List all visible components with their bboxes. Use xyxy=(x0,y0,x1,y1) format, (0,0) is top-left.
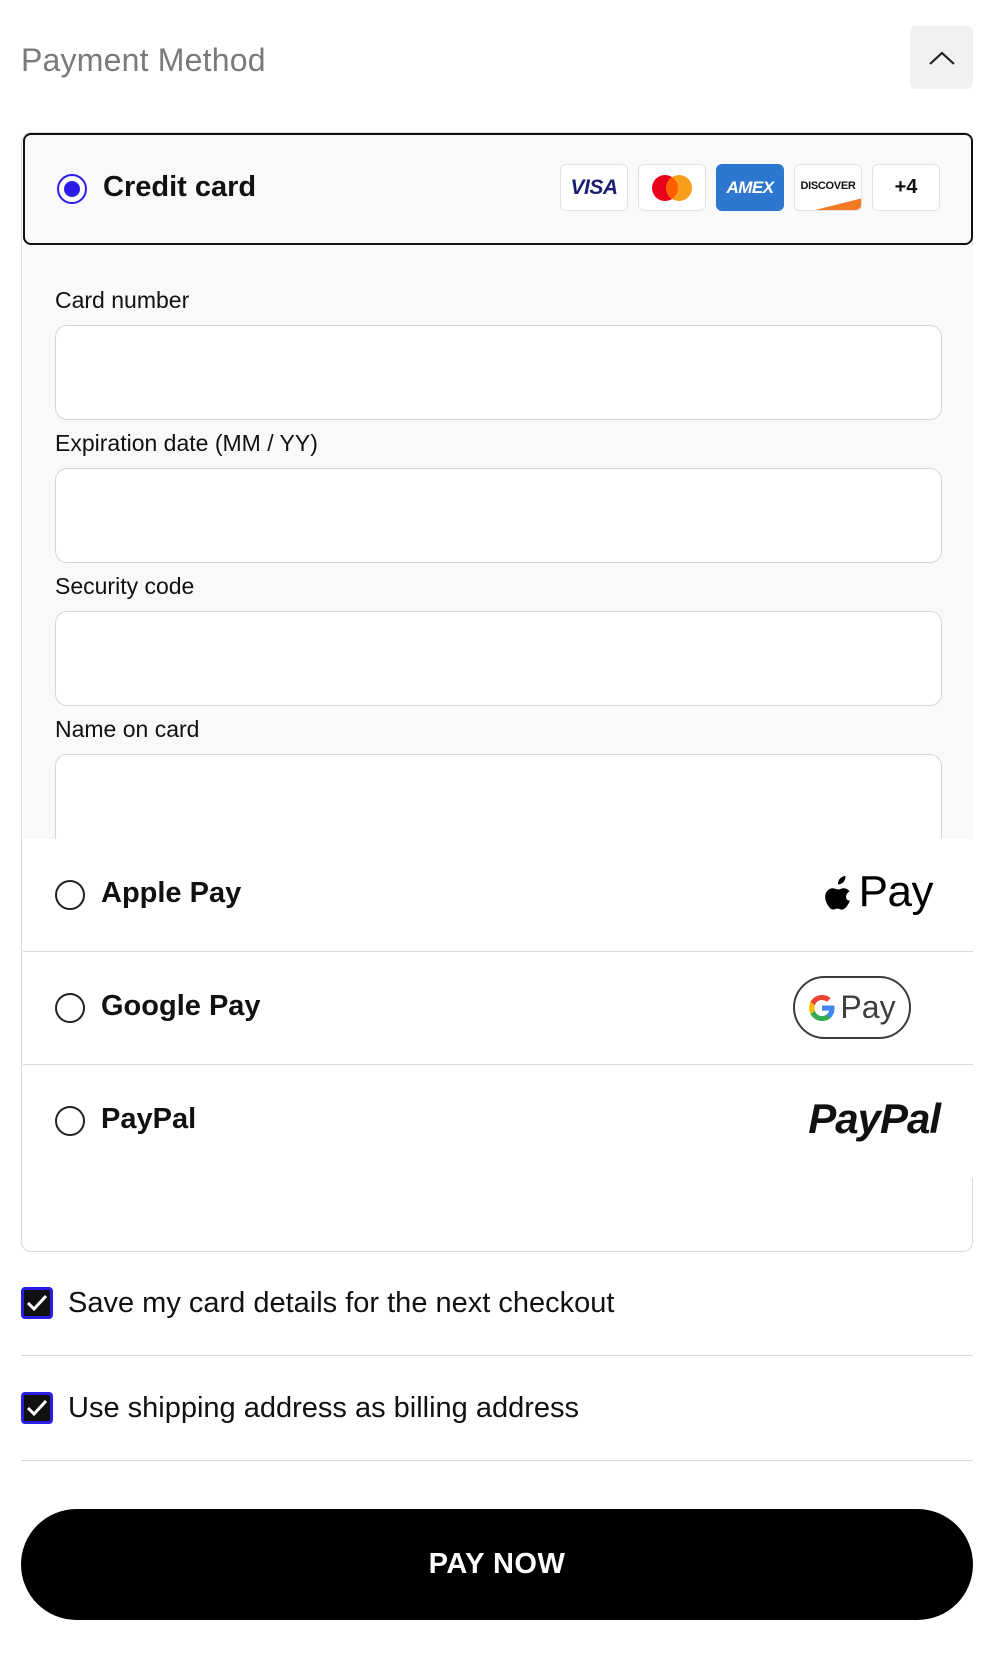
google-pay-radio[interactable] xyxy=(55,993,85,1023)
google-pay-logo: Pay xyxy=(793,976,911,1039)
credit-card-radio[interactable] xyxy=(57,174,87,204)
apple-pay-label: Apple Pay xyxy=(101,877,242,909)
google-pay-label: Google Pay xyxy=(101,990,261,1022)
apple-icon xyxy=(824,876,850,910)
google-pay-option[interactable]: Google Pay Pay xyxy=(23,952,973,1065)
billing-address-option[interactable]: Use shipping address as billing address xyxy=(21,1356,973,1461)
card-number-input[interactable] xyxy=(55,325,942,420)
page-title: Payment Method xyxy=(21,42,266,78)
discover-text: DISCOVER xyxy=(800,179,856,192)
credit-card-option[interactable]: Credit card VISA AMEX DISCOVER +4 xyxy=(23,133,973,245)
checkmark-icon xyxy=(26,1399,48,1417)
google-g-icon xyxy=(809,994,835,1021)
amex-text: AMEX xyxy=(726,177,774,197)
mastercard-logo xyxy=(638,164,706,211)
expiration-date-label: Expiration date (MM / YY) xyxy=(55,430,318,456)
paypal-logo: PayPal xyxy=(808,1095,941,1142)
google-pay-logo-text: Pay xyxy=(840,989,896,1025)
billing-address-checkbox[interactable] xyxy=(21,1392,53,1424)
apple-pay-logo-text: Pay xyxy=(858,867,934,916)
name-on-card-input[interactable] xyxy=(55,754,942,849)
payment-method-header: Payment Method xyxy=(0,0,996,130)
mastercard-icon xyxy=(652,174,692,201)
paypal-label: PayPal xyxy=(101,1103,197,1135)
card-number-label: Card number xyxy=(55,287,190,313)
save-card-label: Save my card details for the next checko… xyxy=(68,1287,615,1319)
save-card-checkbox[interactable] xyxy=(21,1287,53,1319)
apple-pay-radio[interactable] xyxy=(55,880,85,910)
payment-methods-panel: Credit card VISA AMEX DISCOVER +4 Card n… xyxy=(21,132,973,1252)
visa-text: VISA xyxy=(570,175,618,199)
apple-pay-option[interactable]: Apple Pay Pay xyxy=(23,839,973,952)
security-code-label: Security code xyxy=(55,573,195,599)
discover-swoosh-icon xyxy=(815,198,861,210)
paypal-option[interactable]: PayPal PayPal xyxy=(23,1065,973,1178)
pay-now-button[interactable]: PAY NOW xyxy=(21,1509,973,1620)
amex-logo: AMEX xyxy=(716,164,784,211)
expiration-date-input[interactable] xyxy=(55,468,942,563)
more-brands-badge[interactable]: +4 xyxy=(872,164,940,211)
security-code-input[interactable] xyxy=(55,611,942,706)
save-card-option[interactable]: Save my card details for the next checko… xyxy=(21,1251,973,1356)
checkmark-icon xyxy=(26,1294,48,1312)
name-on-card-label: Name on card xyxy=(55,716,200,742)
paypal-radio[interactable] xyxy=(55,1106,85,1136)
credit-card-label: Credit card xyxy=(103,171,257,203)
apple-pay-logo: Pay xyxy=(824,867,934,917)
billing-address-label: Use shipping address as billing address xyxy=(68,1392,580,1424)
discover-logo: DISCOVER xyxy=(794,164,862,211)
collapse-button[interactable] xyxy=(910,26,973,89)
chevron-up-icon xyxy=(928,51,955,65)
visa-logo: VISA xyxy=(560,164,628,211)
